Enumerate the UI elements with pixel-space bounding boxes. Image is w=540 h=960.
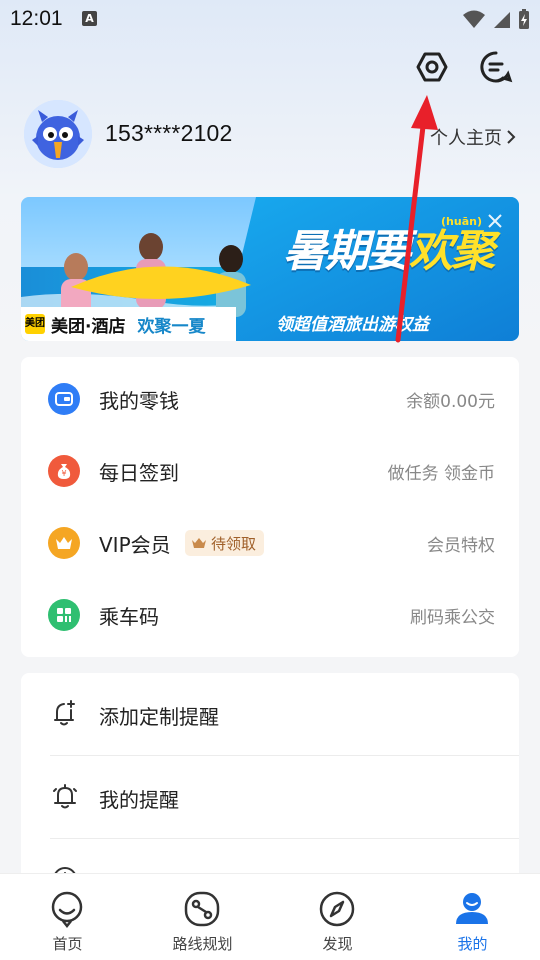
chevron-right-icon	[507, 130, 516, 144]
signal-icon	[494, 12, 510, 28]
menu-item-value: 会员特权	[427, 535, 495, 556]
bell-add-icon	[54, 700, 75, 726]
route-icon	[184, 891, 220, 927]
menu-item-wallet[interactable]: 我的零钱 余额0.00元	[21, 363, 519, 435]
menu-item-label: 每日签到	[99, 460, 179, 485]
nav-tab-home[interactable]: 首页	[0, 874, 135, 960]
wallet-icon	[48, 383, 80, 415]
brand-box: 美团 美团·酒店 欢聚一夏	[21, 307, 236, 341]
nav-label: 我的	[457, 935, 488, 953]
banner-pinyin: (huān)	[441, 215, 482, 228]
meituan-logo: 美团	[25, 314, 45, 334]
money-bag-icon: ¥	[48, 455, 80, 487]
nav-tab-discover[interactable]: 发现	[270, 874, 405, 960]
banner-bottom-strip: 美团 美团·酒店 欢聚一夏 领超值酒旅出游权益	[21, 307, 519, 341]
menu-item-label: 我的提醒	[99, 788, 179, 812]
brand-slogan: 欢聚一夏	[137, 316, 206, 337]
nav-tab-mine[interactable]: 我的	[405, 874, 540, 960]
brand-name: 美团·酒店	[51, 316, 126, 337]
bell-icon	[53, 784, 77, 809]
wallet-card: 我的零钱 余额0.00元 ¥ 每日签到 做任务 领金币 VIP会员 待领取 会员…	[21, 357, 519, 657]
nav-label: 发现	[322, 935, 353, 953]
compass-icon	[319, 891, 355, 927]
message-button[interactable]	[477, 48, 515, 86]
banner-close-button[interactable]	[484, 210, 506, 232]
status-bar: 12:01 A	[0, 0, 540, 38]
nav-label: 路线规划	[172, 935, 233, 953]
menu-item-add-reminder[interactable]: 添加定制提醒	[21, 673, 519, 756]
vip-pending-badge[interactable]: 待领取	[185, 530, 265, 556]
menu-item-value: 做任务 领金币	[387, 463, 495, 484]
crown-small-icon	[192, 538, 206, 548]
menu-item-checkin[interactable]: ¥ 每日签到 做任务 领金币	[21, 435, 519, 507]
nav-label: 首页	[52, 935, 83, 953]
menu-item-label: 乘车码	[99, 604, 159, 629]
bottom-nav: 首页 路线规划 发现 我的	[0, 873, 540, 960]
personal-homepage-label: 个人主页	[430, 128, 502, 149]
svg-text:¥: ¥	[61, 469, 66, 478]
banner-subtitle: 领超值酒旅出游权益	[276, 315, 429, 335]
qr-code-icon	[48, 599, 80, 631]
menu-item-value: 余额0.00元	[406, 391, 495, 412]
avatar[interactable]	[24, 100, 92, 168]
user-icon	[456, 893, 488, 924]
menu-item-value: 刷码乘公交	[410, 607, 495, 628]
personal-homepage-link[interactable]: 个人主页	[430, 124, 516, 150]
notification-icon: A	[82, 11, 97, 26]
nav-tab-route[interactable]: 路线规划	[135, 874, 270, 960]
status-time: 12:01	[10, 7, 63, 30]
menu-item-label: 添加定制提醒	[99, 705, 219, 729]
wifi-icon	[463, 10, 485, 28]
promo-banner[interactable]: 暑期要欢聚 (huān) 美团 美团·酒店 欢聚一夏 领超值酒旅出游权益	[21, 197, 519, 341]
crown-icon	[48, 527, 80, 559]
close-icon	[488, 214, 502, 228]
menu-item-vip[interactable]: VIP会员 待领取 会员特权	[21, 507, 519, 579]
menu-item-label: VIP会员	[99, 532, 171, 557]
message-icon	[480, 51, 513, 83]
status-icons	[462, 8, 530, 30]
menu-item-my-reminders[interactable]: 我的提醒	[21, 756, 519, 839]
settings-icon	[416, 52, 448, 82]
battery-icon	[519, 9, 529, 29]
home-icon	[51, 891, 83, 928]
menu-item-label: 我的零钱	[99, 388, 179, 413]
menu-item-bus-code[interactable]: 乘车码 刷码乘公交	[21, 579, 519, 651]
avatar-icon	[24, 100, 92, 168]
settings-button[interactable]	[413, 48, 451, 86]
username[interactable]: 153****2102	[105, 120, 233, 147]
